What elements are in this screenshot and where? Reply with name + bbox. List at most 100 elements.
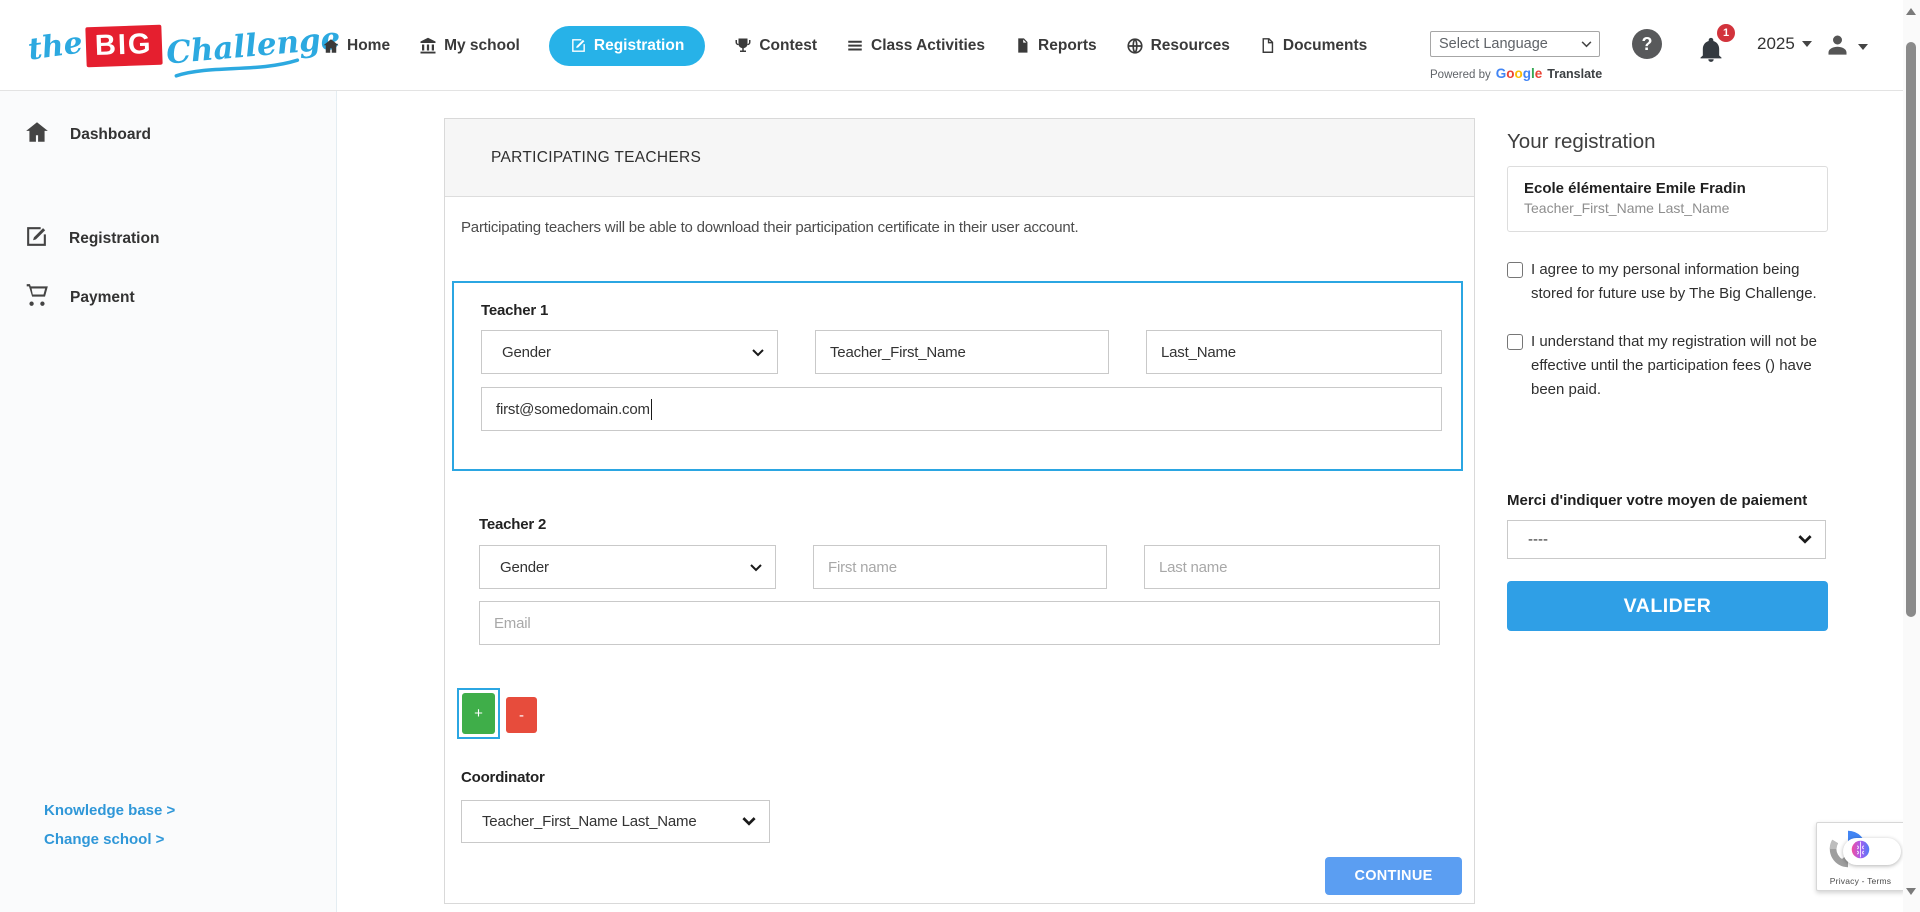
left-sidebar: Dashboard Registration Payment Knowledge… (0, 91, 337, 912)
teacher2-label: Teacher 2 (479, 516, 546, 533)
panel-header: PARTICIPATING TEACHERS (445, 119, 1474, 197)
teacher1-first-name-input[interactable] (815, 330, 1109, 374)
nav-class-activities-label: Class Activities (871, 37, 985, 55)
page-scrollbar (1903, 0, 1920, 912)
edit-square-icon (570, 37, 587, 54)
help-button[interactable]: ? (1632, 29, 1662, 59)
globe-icon (1126, 37, 1144, 55)
teacher2-first-name-input[interactable] (813, 545, 1107, 589)
nav-resources[interactable]: Resources (1126, 37, 1230, 55)
page: the BIG Challenge Home My school Registr… (0, 0, 1920, 912)
chevron-down-icon (752, 344, 764, 361)
year-value: 2025 (1757, 34, 1795, 54)
nav-reports-label: Reports (1038, 37, 1097, 55)
notification-badge: 1 (1717, 24, 1735, 42)
recaptcha-privacy-terms: Privacy - Terms (1817, 876, 1904, 886)
chevron-down-icon (1581, 35, 1592, 53)
sidebar-dashboard-label: Dashboard (70, 126, 151, 144)
home-icon (322, 37, 340, 55)
school-icon (419, 37, 437, 55)
edit-square-icon (24, 224, 49, 254)
top-header: the BIG Challenge Home My school Registr… (0, 0, 1903, 91)
text-cursor (651, 399, 653, 420)
sidebar-item-registration[interactable]: Registration (24, 224, 159, 254)
brain-icon (1850, 839, 1871, 865)
nav-registration[interactable]: Registration (549, 26, 705, 66)
cart-icon (24, 282, 50, 313)
brand-word-challenge: Challenge (165, 20, 342, 71)
remove-teacher-button[interactable]: - (506, 697, 537, 733)
your-registration-panel: Your registration Ecole élémentaire Emil… (1507, 130, 1834, 154)
payment-method-select[interactable]: ---- (1507, 520, 1826, 559)
payment-method-label: Merci d'indiquer votre moyen de paiement (1507, 492, 1807, 509)
participating-teachers-panel: PARTICIPATING TEACHERS Participating tea… (444, 118, 1475, 904)
consent-fees-checkbox[interactable] (1507, 334, 1523, 350)
add-teacher-button[interactable]: + (462, 693, 495, 734)
teacher1-gender-select[interactable]: Gender (481, 330, 778, 374)
brand-word-big: BIG (85, 25, 162, 68)
continue-button[interactable]: CONTINUE (1325, 857, 1462, 895)
scroll-up-arrow-icon[interactable] (1906, 8, 1916, 15)
sidebar-item-payment[interactable]: Payment (24, 282, 135, 313)
sidebar-payment-label: Payment (70, 289, 135, 307)
coordinator-select[interactable]: Teacher_First_Name Last_Name (461, 800, 770, 843)
nav-registration-label: Registration (594, 37, 684, 55)
change-school-link[interactable]: Change school > (44, 831, 164, 848)
teacher1-label: Teacher 1 (481, 302, 548, 319)
teacher2-gender-select[interactable]: Gender (479, 545, 776, 589)
recaptcha-badge[interactable]: Privacy - Terms (1816, 822, 1905, 891)
nav-contest[interactable]: Contest (734, 37, 817, 55)
teacher1-gender-value: Gender (502, 344, 551, 361)
year-dropdown[interactable]: 2025 (1757, 34, 1812, 54)
teacher2-email-input[interactable] (479, 601, 1440, 645)
payment-method-value: ---- (1528, 531, 1548, 548)
main-nav: Home My school Registration Contest Clas… (322, 0, 1367, 91)
teacher1-email-input[interactable]: first@somedomain.com (481, 387, 1442, 431)
nav-my-school[interactable]: My school (419, 37, 520, 55)
scrollbar-thumb[interactable] (1906, 42, 1916, 617)
nav-home-label: Home (347, 37, 390, 55)
panel-description: Participating teachers will be able to d… (461, 219, 1078, 236)
consent-fees-row: I understand that my registration will n… (1507, 330, 1827, 402)
brand-logo[interactable]: the BIG Challenge (28, 18, 341, 74)
nav-class-activities[interactable]: Class Activities (846, 37, 985, 55)
trophy-icon (734, 37, 752, 55)
panel-title: PARTICIPATING TEACHERS (491, 119, 701, 197)
add-teacher-focus-outline: + (457, 688, 500, 739)
document-icon (1014, 37, 1031, 54)
nav-documents-label: Documents (1283, 37, 1367, 55)
valider-button[interactable]: VALIDER (1507, 581, 1828, 631)
nav-reports[interactable]: Reports (1014, 37, 1097, 55)
teacher2-last-name-input[interactable] (1144, 545, 1440, 589)
powered-by-label: Powered by (1430, 69, 1491, 81)
registration-panel-title: Your registration (1507, 130, 1834, 154)
home-icon (24, 119, 50, 150)
consent-fees-label: I understand that my registration will n… (1531, 330, 1827, 402)
chevron-down-icon (1798, 531, 1812, 548)
registrant-name: Teacher_First_Name Last_Name (1524, 200, 1811, 216)
teacher2-gender-value: Gender (500, 559, 549, 576)
google-translate-attribution: Powered by Google Translate (1430, 66, 1602, 81)
notifications-button[interactable]: 1 (1697, 28, 1733, 64)
sidebar-item-dashboard[interactable]: Dashboard (24, 119, 151, 150)
chevron-down-icon (742, 813, 756, 830)
scroll-down-arrow-icon[interactable] (1906, 888, 1916, 895)
file-icon (1259, 37, 1276, 54)
school-summary-card: Ecole élémentaire Emile Fradin Teacher_F… (1507, 166, 1828, 232)
caret-down-icon (1802, 41, 1812, 47)
google-logo: Google (1496, 66, 1543, 81)
teacher1-email-value: first@somedomain.com (496, 401, 650, 418)
nav-documents[interactable]: Documents (1259, 37, 1367, 55)
language-select[interactable]: Select Language (1430, 31, 1600, 57)
chevron-down-icon (750, 559, 762, 576)
nav-resources-label: Resources (1151, 37, 1230, 55)
list-icon (846, 37, 864, 55)
consent-storage-label: I agree to my personal information being… (1531, 258, 1827, 306)
nav-home[interactable]: Home (322, 37, 390, 55)
extension-badge (1843, 838, 1901, 865)
knowledge-base-link[interactable]: Knowledge base > (44, 802, 175, 819)
consent-storage-checkbox[interactable] (1507, 262, 1523, 278)
teacher1-last-name-input[interactable] (1146, 330, 1442, 374)
school-name: Ecole élémentaire Emile Fradin (1524, 180, 1811, 197)
account-menu[interactable] (1824, 31, 1868, 63)
